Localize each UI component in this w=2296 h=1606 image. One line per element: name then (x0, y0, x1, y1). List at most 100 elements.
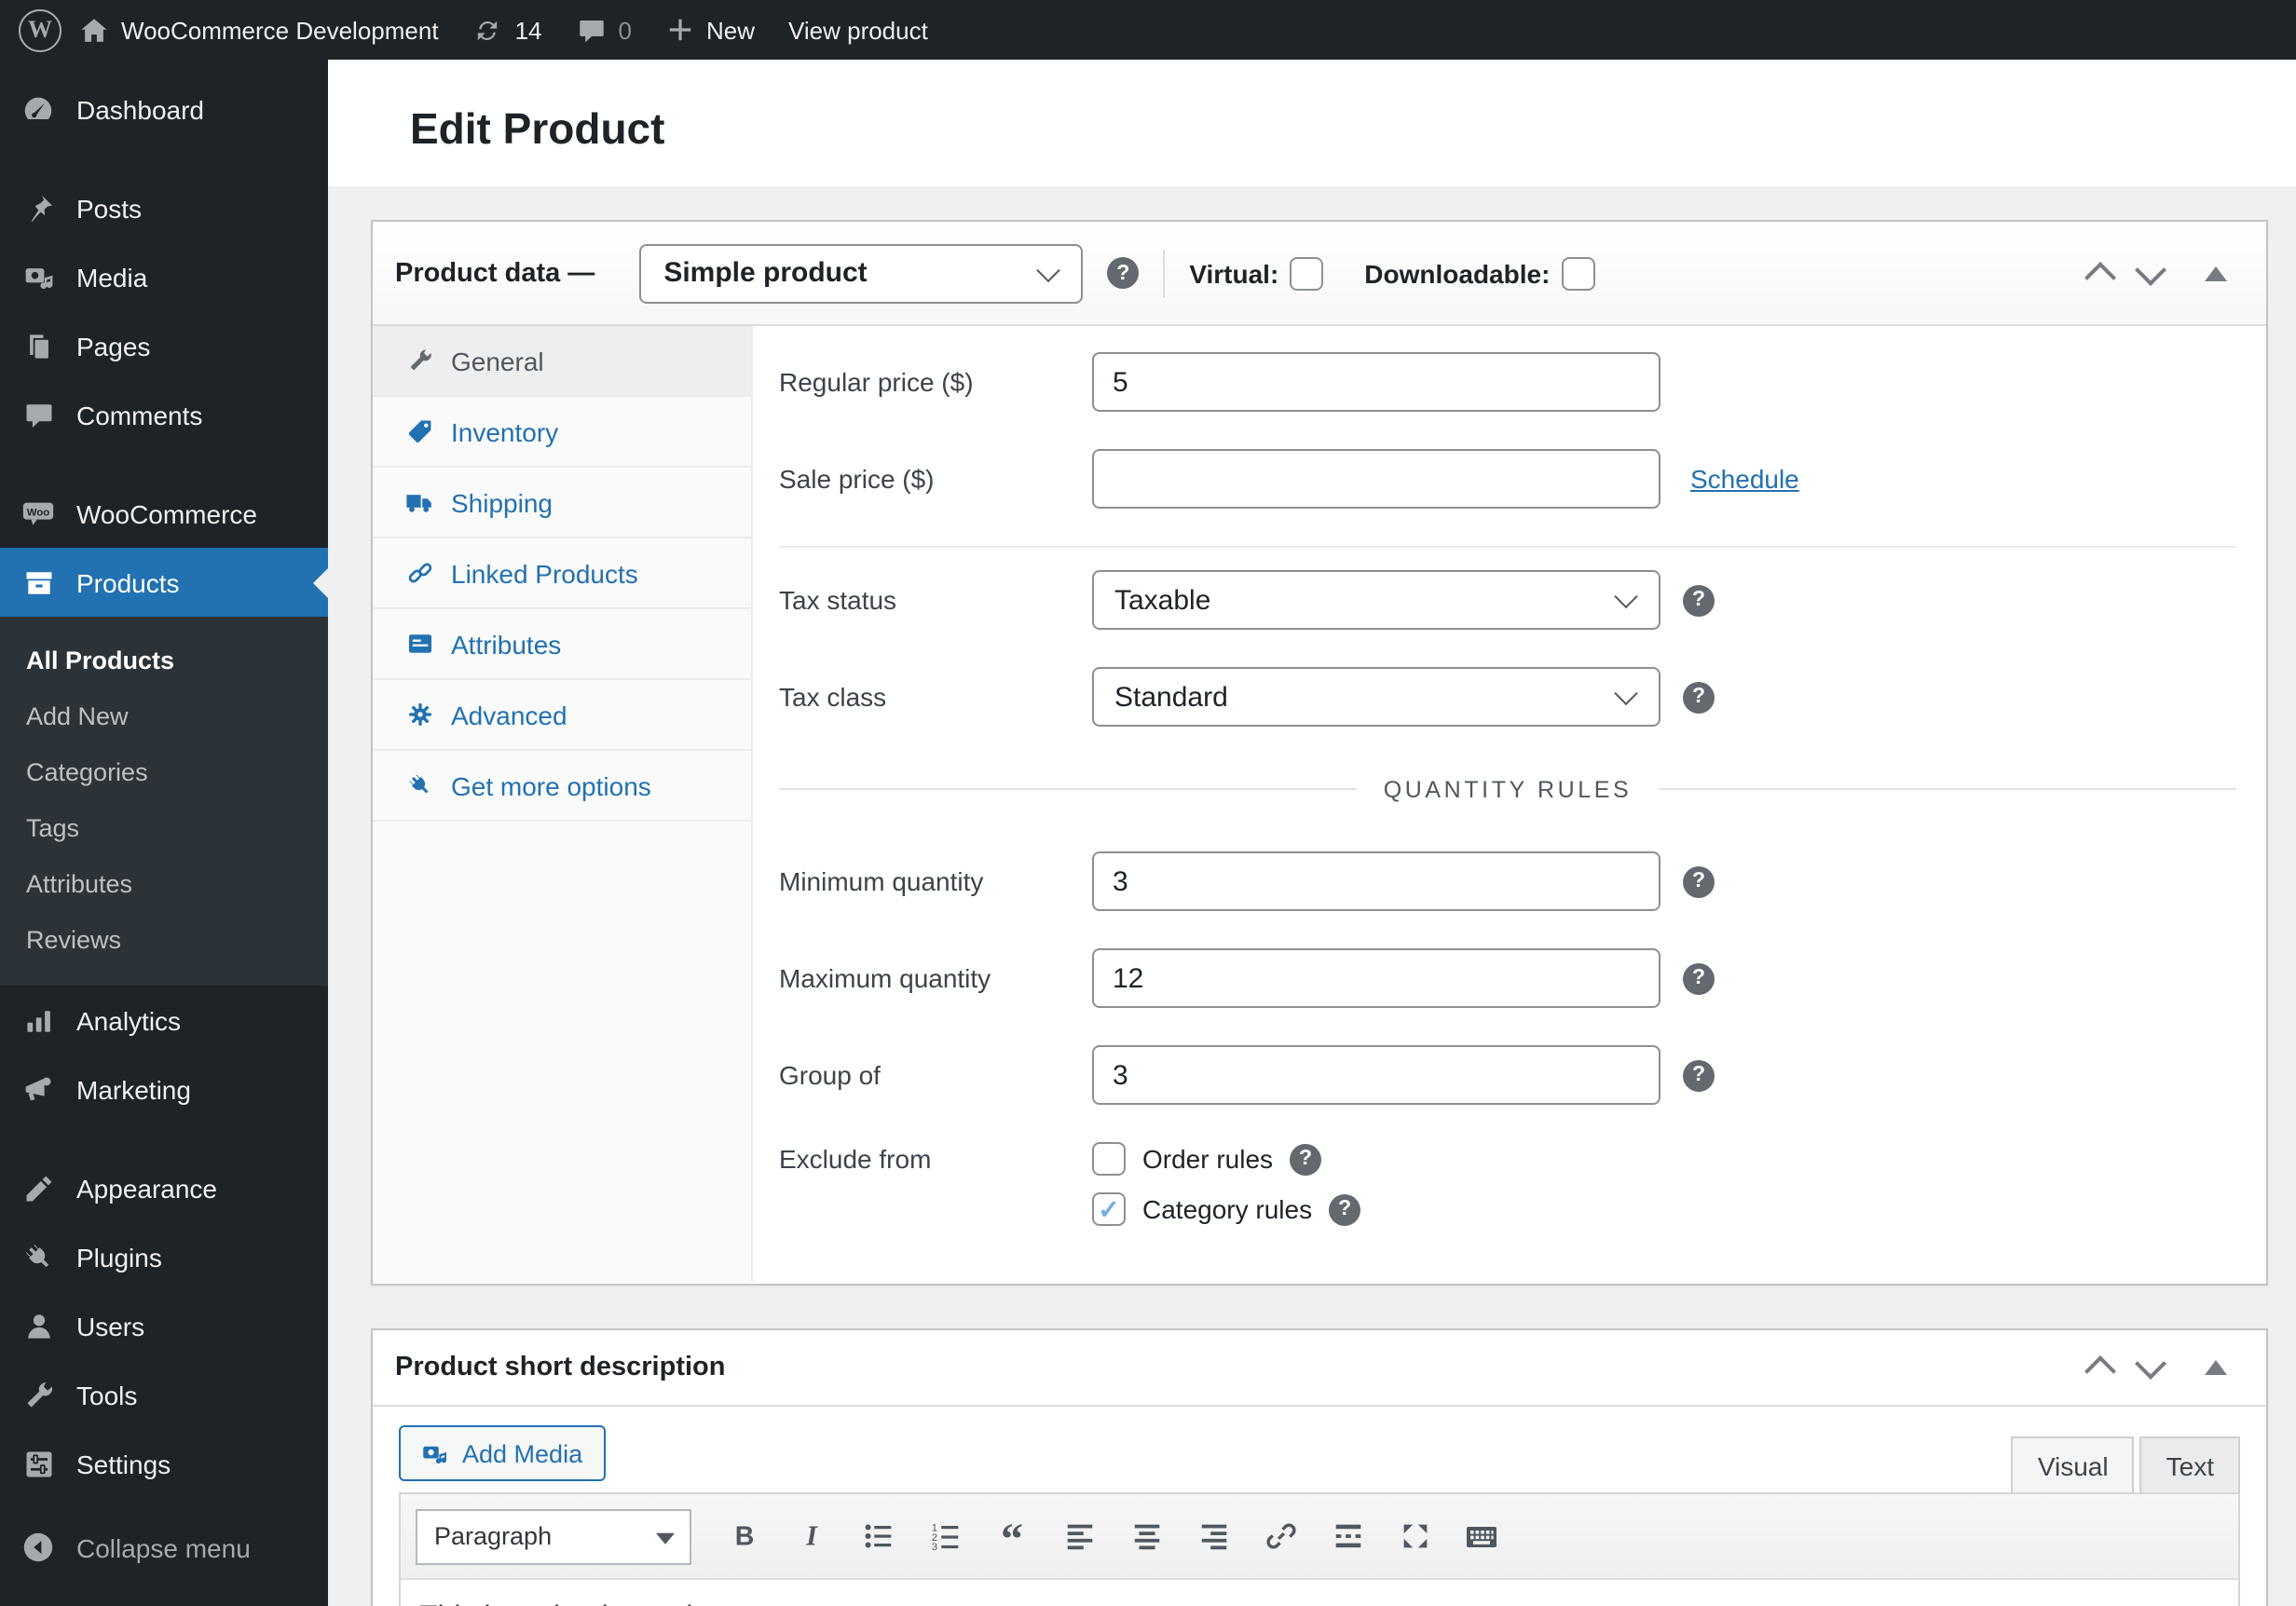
tab-get-more-options[interactable]: Get more options (373, 751, 751, 822)
sidebar-item-marketing[interactable]: Marketing (0, 1055, 328, 1123)
tab-attributes[interactable]: Attributes (373, 609, 751, 680)
sale-price-input[interactable] (1092, 449, 1660, 509)
sidebar-item-tools[interactable]: Tools (0, 1360, 328, 1429)
align-center-icon (1128, 1518, 1164, 1554)
maximum-quantity-help-icon[interactable]: ? (1683, 962, 1715, 994)
sidebar-item-comments[interactable]: Comments (0, 380, 328, 449)
align-left-button[interactable] (1053, 1510, 1105, 1562)
updates-menu[interactable]: 14 (456, 0, 559, 60)
wysiwyg-editor: Paragraph B I 123 “ (399, 1492, 2240, 1606)
sidebar-item-media[interactable]: Media (0, 242, 328, 311)
tax-class-select[interactable]: Standard (1092, 667, 1660, 727)
view-product-link[interactable]: View product (772, 0, 945, 60)
link-icon (1263, 1518, 1298, 1554)
tax-status-select[interactable]: Taxable (1092, 570, 1660, 630)
submenu-item-all-products[interactable]: All Products (0, 632, 328, 687)
sidebar-item-appearance[interactable]: Appearance (0, 1153, 328, 1222)
downloadable-checkbox[interactable] (1561, 256, 1594, 290)
wordpress-logo-icon[interactable]: W (19, 8, 62, 51)
submenu-item-attributes[interactable]: Attributes (0, 855, 328, 911)
comments-menu[interactable]: 0 (559, 0, 649, 60)
sidebar-item-products[interactable]: Products (0, 548, 328, 617)
bold-button[interactable]: B (718, 1510, 770, 1562)
sidebar-item-pages[interactable]: Pages (0, 311, 328, 380)
maximum-quantity-label: Maximum quantity (779, 963, 1092, 993)
group-of-input[interactable] (1092, 1045, 1660, 1105)
main-content: Edit Product Product data — Simple produ… (328, 60, 2296, 1606)
virtual-option: Virtual: (1189, 256, 1323, 290)
plug-icon (404, 770, 434, 800)
product-type-select[interactable]: Simple product (639, 243, 1083, 303)
order-rules-checkbox[interactable] (1092, 1142, 1126, 1176)
add-media-button[interactable]: Add Media (399, 1425, 605, 1481)
move-up-icon[interactable] (2084, 1355, 2116, 1387)
keyboard-shortcuts-button[interactable] (1456, 1510, 1508, 1562)
short-description-panel: Product short description Add Media Visu… (371, 1328, 2268, 1606)
sidebar-item-users[interactable]: Users (0, 1291, 328, 1360)
tab-linked-products[interactable]: Linked Products (373, 538, 751, 609)
tax-class-help-icon[interactable]: ? (1683, 681, 1715, 713)
sidebar-item-woocommerce[interactable]: Woo WooCommerce (0, 479, 328, 548)
read-more-button[interactable] (1321, 1510, 1374, 1562)
editor-content[interactable]: This is a simple prod (401, 1580, 2238, 1606)
insert-link-button[interactable] (1254, 1510, 1306, 1562)
submenu-item-add-new[interactable]: Add New (0, 687, 328, 743)
virtual-checkbox[interactable] (1290, 256, 1323, 290)
maximum-quantity-input[interactable] (1092, 948, 1660, 1008)
comments-count: 0 (619, 16, 632, 44)
group-of-label: Group of (779, 1060, 1092, 1090)
divider (1163, 249, 1165, 297)
collapse-menu-button[interactable]: Collapse menu (0, 1513, 328, 1582)
new-menu[interactable]: New (649, 0, 772, 60)
blockquote-button[interactable]: “ (986, 1510, 1038, 1562)
schedule-link[interactable]: Schedule (1690, 464, 1799, 494)
sidebar-item-analytics[interactable]: Analytics (0, 986, 328, 1055)
sale-price-row: Sale price ($) Schedule (779, 449, 2236, 509)
sidebar-item-plugins[interactable]: Plugins (0, 1222, 328, 1291)
group-of-help-icon[interactable]: ? (1683, 1059, 1715, 1091)
numbered-list-button[interactable]: 123 (919, 1510, 971, 1562)
regular-price-input[interactable] (1092, 352, 1660, 412)
submenu-item-categories[interactable]: Categories (0, 743, 328, 799)
tab-text[interactable]: Text (2140, 1436, 2240, 1492)
product-type-help-icon[interactable]: ? (1107, 257, 1139, 289)
submenu-item-reviews[interactable]: Reviews (0, 911, 328, 967)
submenu-item-tags[interactable]: Tags (0, 799, 328, 855)
tax-status-help-icon[interactable]: ? (1683, 584, 1715, 616)
tax-status-row: Tax status Taxable ? (779, 570, 2236, 630)
minimum-quantity-help-icon[interactable]: ? (1683, 865, 1715, 897)
move-down-icon[interactable] (2135, 1348, 2166, 1380)
paragraph-label: Paragraph (434, 1522, 552, 1550)
category-rules-checkbox[interactable]: ✓ (1092, 1192, 1126, 1226)
site-name-menu[interactable]: WooCommerce Development (62, 0, 456, 60)
active-menu-arrow (298, 567, 328, 597)
paragraph-format-select[interactable]: Paragraph (416, 1508, 691, 1564)
collapse-panel-icon[interactable] (2205, 1360, 2227, 1375)
tab-advanced[interactable]: Advanced (373, 680, 751, 751)
tab-inventory[interactable]: Inventory (373, 397, 751, 468)
collapse-panel-icon[interactable] (2205, 265, 2227, 280)
move-down-icon[interactable] (2135, 253, 2166, 285)
sidebar-item-settings[interactable]: Settings (0, 1429, 328, 1498)
plug-icon (20, 1239, 56, 1274)
short-description-text: This is a simple prod (401, 1580, 2238, 1606)
move-up-icon[interactable] (2084, 261, 2116, 293)
quantity-rules-heading: QUANTITY RULES (779, 773, 2236, 805)
minimum-quantity-input[interactable] (1092, 851, 1660, 911)
align-right-icon (1196, 1518, 1231, 1554)
align-right-button[interactable] (1187, 1510, 1239, 1562)
tab-general[interactable]: General (373, 326, 751, 397)
sidebar-item-posts[interactable]: Posts (0, 173, 328, 242)
sidebar-item-dashboard[interactable]: Dashboard (0, 75, 328, 143)
tax-class-row: Tax class Standard ? (779, 667, 2236, 727)
fullscreen-button[interactable] (1388, 1510, 1441, 1562)
order-rules-help-icon[interactable]: ? (1290, 1143, 1321, 1175)
category-rules-help-icon[interactable]: ? (1329, 1193, 1360, 1225)
pushpin-icon (20, 190, 56, 225)
align-center-button[interactable] (1120, 1510, 1172, 1562)
tab-visual[interactable]: Visual (2012, 1436, 2135, 1492)
tab-shipping[interactable]: Shipping (373, 468, 751, 538)
bulleted-list-button[interactable] (852, 1510, 904, 1562)
italic-button[interactable]: I (785, 1510, 837, 1562)
comment-bubble-icon (576, 14, 608, 46)
